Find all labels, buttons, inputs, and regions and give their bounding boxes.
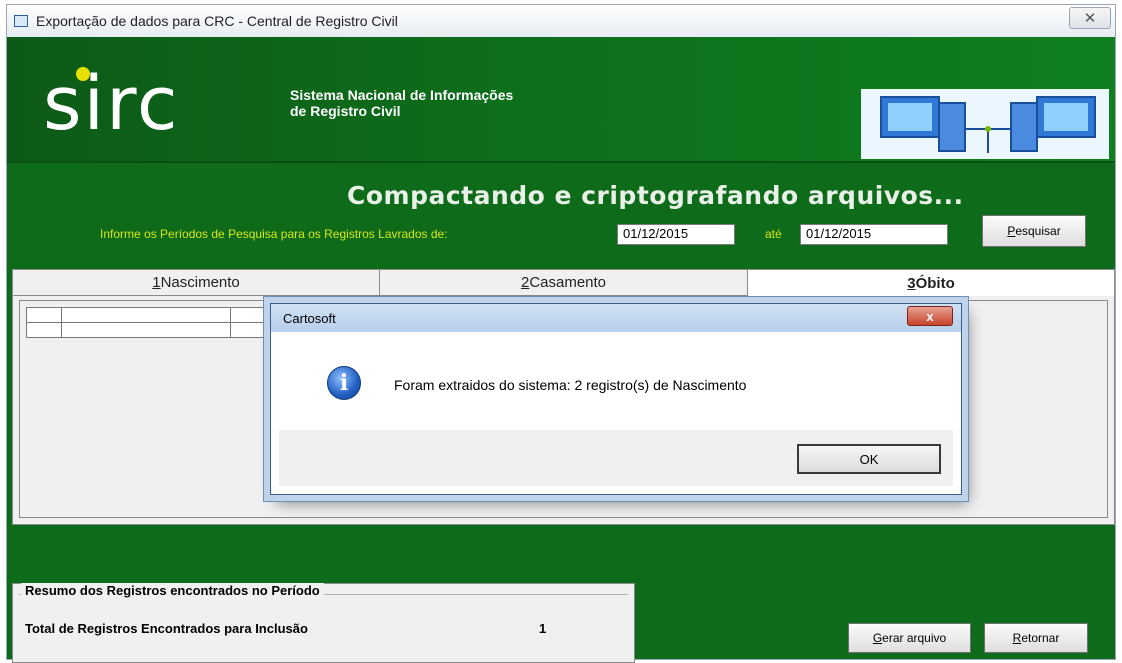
caption-line-2: de Registro Civil: [290, 103, 401, 119]
period-label: Informe os Períodos de Pesquisa para os …: [100, 227, 448, 241]
tab-obito[interactable]: 3 Óbito: [748, 270, 1114, 296]
window-close-button[interactable]: ✕: [1069, 7, 1111, 29]
dialog-body: i Foram extraidos do sistema: 2 registro…: [279, 336, 953, 430]
dialog-close-button[interactable]: x: [907, 306, 953, 326]
logo-dot: [76, 67, 90, 81]
summary-total-label: Total de Registros Encontrados para Incl…: [25, 621, 308, 636]
caption-line-1: Sistema Nacional de Informações: [290, 87, 514, 103]
window-title: Exportação de dados para CRC - Central d…: [36, 13, 398, 29]
summary-groupbox: Resumo dos Registros encontrados no Perí…: [12, 583, 635, 663]
sirc-header: sirc Sistema Nacional de Informações de …: [7, 37, 1115, 161]
dialog-title: Cartosoft: [283, 310, 336, 326]
title-bar[interactable]: Exportação de dados para CRC - Central d…: [7, 5, 1115, 37]
info-icon: i: [327, 366, 361, 400]
summary-total-count: 1: [539, 621, 547, 636]
summary-legend: Resumo dos Registros encontrados no Perí…: [21, 583, 324, 598]
dialog-footer: OK: [279, 430, 953, 486]
tab-casamento[interactable]: 2 Casamento: [380, 270, 748, 296]
date-to-input[interactable]: 01/12/2015: [800, 224, 948, 245]
ok-button[interactable]: OK: [797, 444, 941, 474]
return-button[interactable]: Retornar: [984, 623, 1088, 653]
sirc-logo: sirc: [43, 61, 180, 147]
dialog-message: Foram extraidos do sistema: 2 registro(s…: [394, 377, 747, 393]
status-heading: Compactando e criptografando arquivos...: [347, 181, 964, 210]
search-button[interactable]: Pesquisar: [982, 215, 1086, 247]
date-from-input[interactable]: 01/12/2015: [617, 224, 735, 245]
ate-label: até: [765, 227, 782, 241]
logo-caption: Sistema Nacional de Informações de Regis…: [290, 87, 513, 119]
generate-file-button[interactable]: Gerar arquivo: [848, 623, 971, 653]
message-dialog: Cartosoft x i Foram extraidos do sistema…: [270, 303, 962, 495]
network-computers-icon: [861, 89, 1109, 159]
tab-nascimento[interactable]: 1 Nascimento: [13, 270, 380, 296]
window-icon: [14, 15, 28, 27]
dialog-title-bar[interactable]: Cartosoft x: [271, 304, 961, 332]
